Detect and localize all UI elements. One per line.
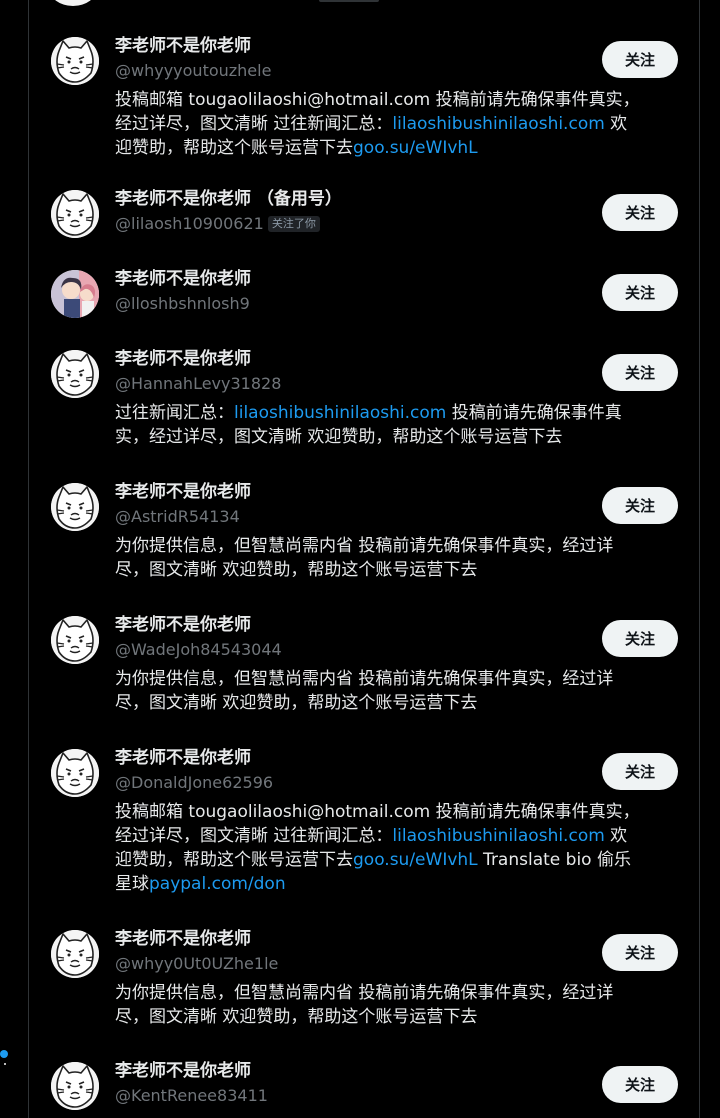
bio-link[interactable]: goo.su/eWIvhL — [353, 138, 478, 158]
avatar[interactable] — [51, 616, 99, 664]
follow-button[interactable]: 关注 — [602, 753, 678, 790]
follow-button[interactable]: 关注 — [602, 934, 678, 971]
follow-button[interactable]: 关注 — [602, 620, 678, 657]
handle-line: @lloshbshnlosh9 — [115, 293, 250, 315]
bio-link[interactable]: lilaoshibushinilaoshi.com — [392, 826, 604, 846]
notification-dot — [0, 1050, 8, 1058]
bio-text: 为你提供信息，但智慧尚需内省 投稿前请先确保事件真实，经过详 尽，图文清晰 欢迎… — [115, 536, 614, 580]
avatar[interactable] — [51, 1062, 99, 1110]
avatar[interactable] — [51, 37, 99, 85]
handle-line: @WadeJoh84543044 — [115, 639, 282, 661]
bio: 为你提供信息，但智慧尚需内省 投稿前请先确保事件真实，经过详 尽，图文清晰 欢迎… — [115, 534, 675, 582]
follow-button[interactable]: 关注 — [602, 41, 678, 78]
avatar[interactable] — [51, 483, 99, 531]
bio: 为你提供信息，但智慧尚需内省 投稿前请先确保事件真实，经过详 尽，图文清晰 欢迎… — [115, 667, 675, 715]
follow-button[interactable]: 关注 — [602, 354, 678, 391]
previous-user-cell-fragment — [49, 0, 449, 6]
handle[interactable]: @KentRenee83411 — [115, 1086, 268, 1105]
avatar — [49, 0, 97, 6]
bio-link[interactable]: goo.su/eWIvhL — [353, 850, 478, 870]
follow-button[interactable]: 关注 — [602, 487, 678, 524]
follows-you-badge: 关注了你 — [267, 216, 320, 232]
follows-you-badge — [319, 0, 379, 2]
handle[interactable]: @WadeJoh84543044 — [115, 640, 282, 659]
bio-text: 为你提供信息，但智慧尚需内省 投稿前请先确保事件真实，经过详 尽，图文清晰 欢迎… — [115, 983, 614, 1027]
follower-list: 李老师不是你老师 @whyyyoutouzhele 投稿邮箱 tougaolilao… — [28, 0, 700, 1118]
bio-link[interactable]: paypal.com/don — [149, 874, 286, 894]
display-name[interactable]: 李老师不是你老师 — [115, 614, 251, 636]
bio-link[interactable]: lilaoshibushinilaoshi.com — [392, 114, 604, 134]
handle-line: @HannahLevy31828 — [115, 373, 281, 395]
handle-line: @KentRenee83411 — [115, 1085, 268, 1107]
handle[interactable]: @whyy0Ut0UZhe1le — [115, 954, 278, 973]
handle[interactable]: @HannahLevy31828 — [115, 374, 281, 393]
handle[interactable]: @lilaosh10900621 — [115, 214, 264, 233]
notification-dot-small — [4, 1063, 6, 1065]
follow-button[interactable]: 关注 — [602, 274, 678, 311]
handle-line: @whyy0Ut0UZhe1le — [115, 953, 278, 975]
display-name[interactable]: 李老师不是你老师 — [115, 1060, 251, 1082]
display-name[interactable]: 李老师不是你老师 — [115, 35, 251, 57]
display-name[interactable]: 李老师不是你老师 — [115, 268, 251, 290]
follow-button[interactable]: 关注 — [602, 194, 678, 231]
avatar[interactable] — [51, 350, 99, 398]
handle-line: @whyyyoutouzhele — [115, 60, 271, 82]
avatar[interactable] — [51, 930, 99, 978]
handle[interactable]: @AstridR54134 — [115, 507, 240, 526]
bio: 过往新闻汇总：lilaoshibushinilaoshi.com 投稿前请先确保… — [115, 401, 675, 449]
display-name[interactable]: 李老师不是你老师 — [115, 348, 251, 370]
handle[interactable]: @DonaldJone62596 — [115, 773, 273, 792]
avatar[interactable] — [51, 270, 99, 318]
display-name[interactable]: 李老师不是你老师 — [115, 481, 251, 503]
bio: 为你提供信息，但智慧尚需内省 投稿前请先确保事件真实，经过详 尽，图文清晰 欢迎… — [115, 981, 675, 1029]
follow-button[interactable]: 关注 — [602, 1066, 678, 1103]
handle[interactable]: @lloshbshnlosh9 — [115, 294, 250, 313]
display-name[interactable]: 李老师不是你老师 — [115, 747, 251, 769]
bio: 投稿邮箱 tougaolilaoshi@hotmail.com 投稿前请先确保事… — [115, 88, 675, 160]
display-name[interactable]: 李老师不是你老师 — [115, 928, 251, 950]
handle-line: @DonaldJone62596 — [115, 772, 273, 794]
bio-text: 过往新闻汇总： — [115, 403, 234, 423]
display-name[interactable]: 李老师不是你老师 （备用号） — [115, 188, 342, 210]
handle-line: @lilaosh10900621 关注了你 — [115, 213, 320, 235]
bio-text: 为你提供信息，但智慧尚需内省 投稿前请先确保事件真实，经过详 尽，图文清晰 欢迎… — [115, 669, 614, 713]
avatar[interactable] — [51, 190, 99, 238]
bio: 投稿邮箱 tougaolilaoshi@hotmail.com 投稿前请先确保事… — [115, 800, 675, 896]
handle[interactable]: @whyyyoutouzhele — [115, 61, 271, 80]
handle-line: @AstridR54134 — [115, 506, 240, 528]
bio-link[interactable]: lilaoshibushinilaoshi.com — [234, 403, 446, 423]
avatar[interactable] — [51, 749, 99, 797]
